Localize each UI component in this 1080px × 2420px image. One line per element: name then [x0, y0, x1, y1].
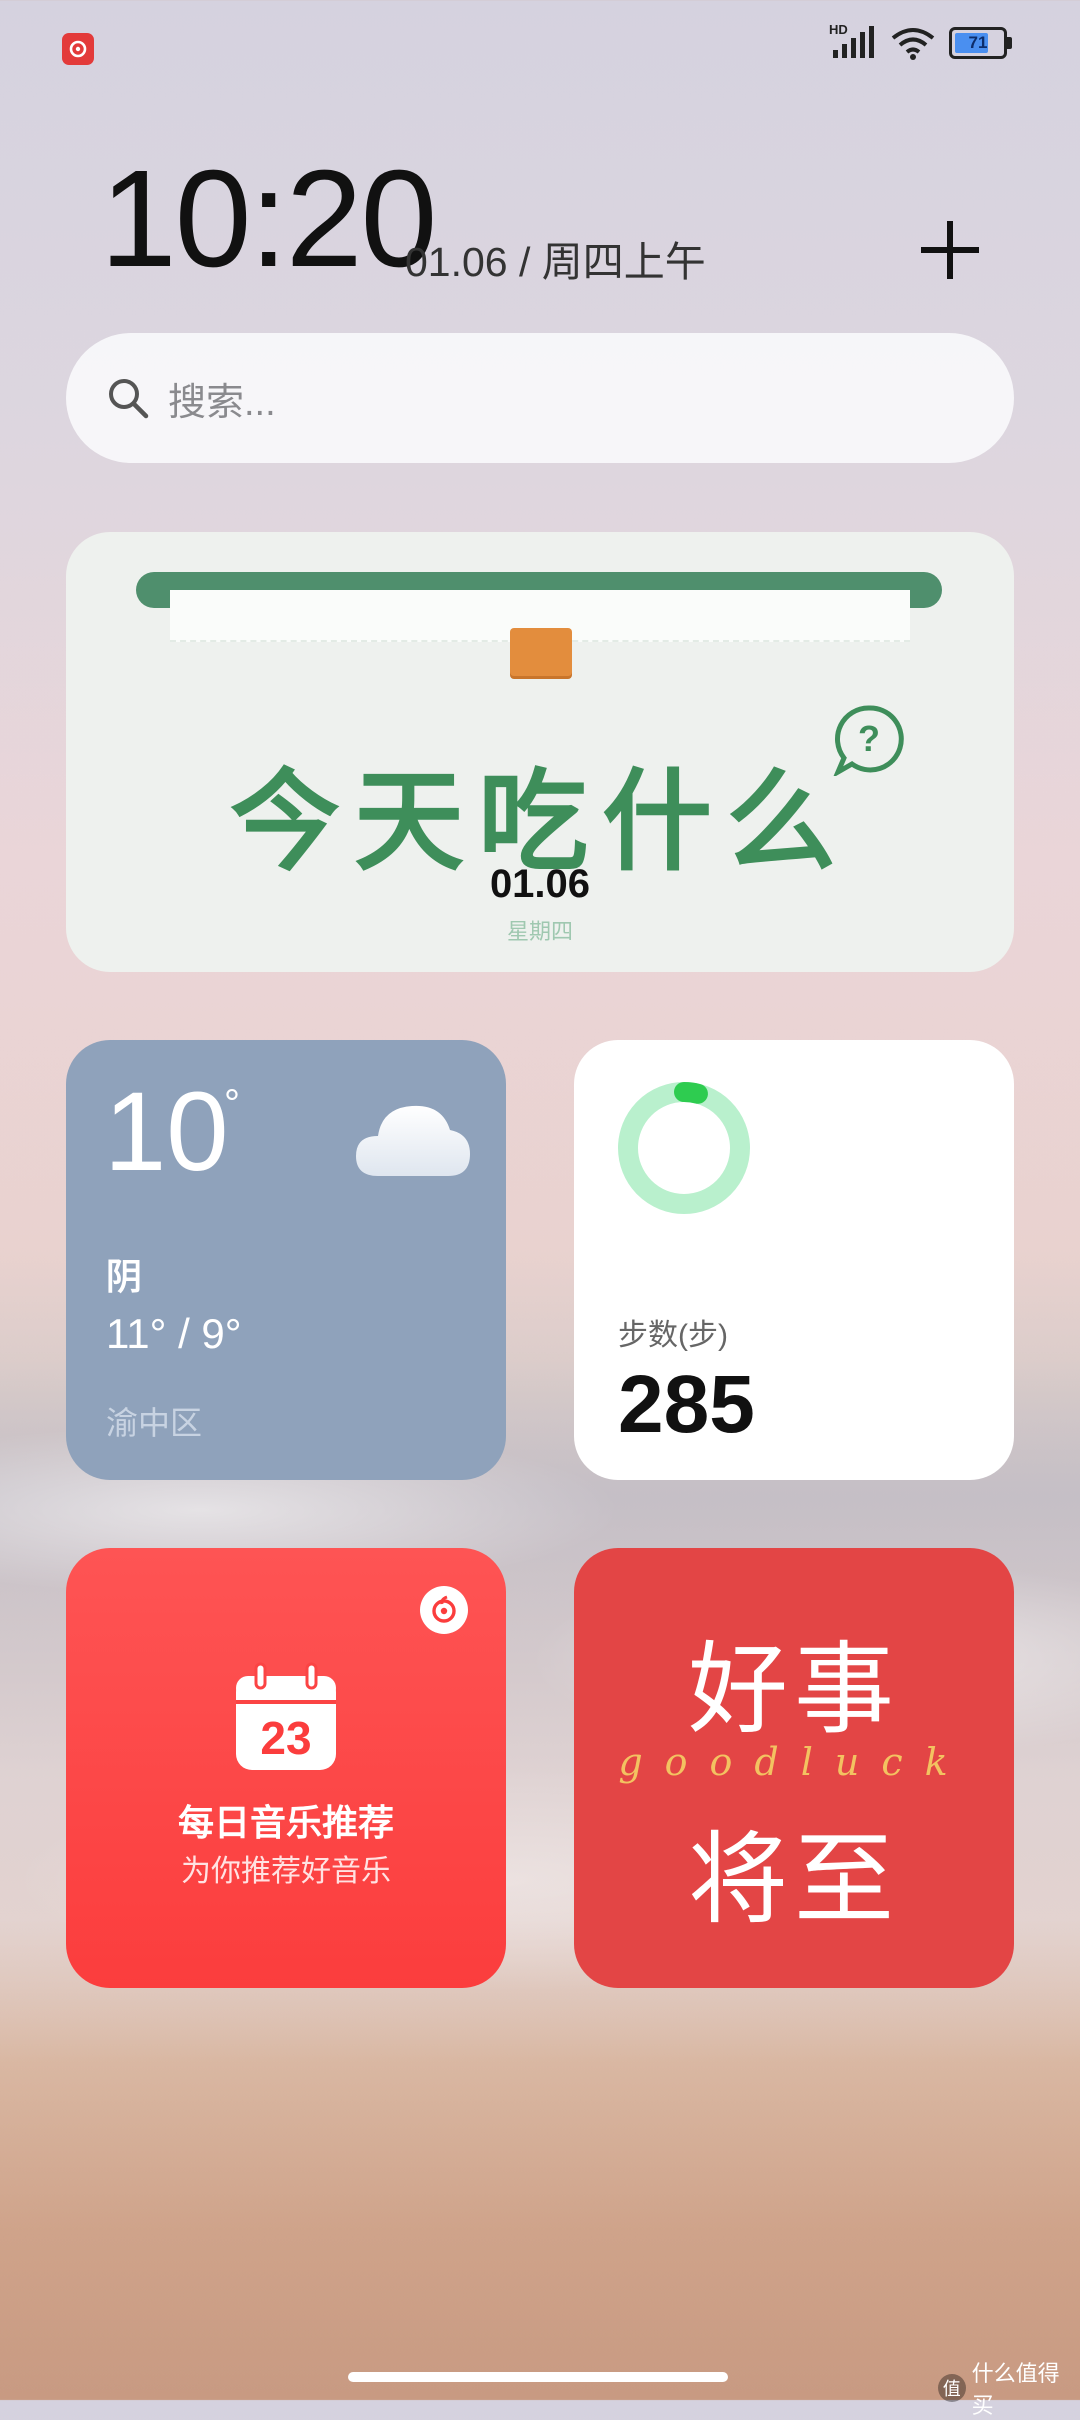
weather-temperature: 10	[104, 1069, 229, 1194]
battery-icon: 71	[949, 27, 1007, 59]
steps-label: 步数(步)	[618, 1319, 728, 1352]
weather-location: 渝中区	[106, 1405, 203, 1441]
battery-level: 71	[968, 33, 988, 52]
music-widget-subtitle: 为你推荐好音乐	[181, 1855, 391, 1888]
home-indicator[interactable]	[348, 2372, 728, 2382]
svg-text:?: ?	[858, 718, 880, 759]
watermark-badge: 值	[938, 2374, 966, 2402]
food-widget-weekday: 星期四	[506, 919, 573, 944]
calendar-day: 23	[260, 1712, 311, 1764]
steps-widget[interactable]: 步数(步) 285	[574, 1040, 1014, 1480]
cloud-icon	[356, 1105, 470, 1176]
daily-music-widget[interactable]: 23 每日音乐推荐 为你推荐好音乐	[66, 1548, 506, 1988]
music-widget-title: 每日音乐推荐	[177, 1802, 394, 1843]
question-bubble-icon: ?	[833, 705, 904, 776]
luck-line-1: 好事	[688, 1631, 900, 1748]
orange-tag	[510, 628, 572, 676]
status-icons: HD 71	[829, 22, 1012, 60]
weather-degree-symbol: °	[224, 1082, 240, 1126]
plus-icon[interactable]	[915, 215, 985, 285]
weather-condition: 阴	[106, 1256, 143, 1297]
steps-progress-ring	[618, 1082, 750, 1214]
clock-date: 01.06 / 周四上午	[405, 239, 706, 285]
what-to-eat-widget[interactable]: 今天吃什么 ? 01.06 星期四	[66, 532, 1014, 972]
search-placeholder: 搜索...	[168, 381, 276, 424]
search-icon	[109, 379, 149, 419]
battery-nub	[1007, 37, 1012, 49]
battery-indicator: 71	[949, 27, 1012, 59]
search-bar[interactable]: 搜索...	[66, 333, 1014, 463]
netease-logo-icon	[420, 1586, 468, 1634]
watermark: 值 什么值得买	[938, 2356, 1080, 2420]
weather-widget[interactable]: 10 ° 阴 11° / 9° 渝中区	[66, 1040, 506, 1480]
wifi-icon	[891, 28, 935, 60]
good-luck-widget[interactable]: 好事 goodluck 将至	[574, 1548, 1014, 1988]
luck-english: goodluck	[618, 1740, 970, 1784]
weather-range: 11° / 9°	[106, 1310, 242, 1357]
watermark-text: 什么值得买	[971, 2361, 1060, 2418]
food-widget-date: 01.06	[489, 862, 591, 906]
status-bar: HD 71	[0, 0, 1080, 100]
clock-time: 10:20	[100, 142, 437, 296]
calendar-icon: 23	[236, 1662, 336, 1770]
cellular-signal-icon: HD	[829, 22, 877, 60]
netease-music-icon	[62, 33, 94, 65]
luck-line-2: 将至	[688, 1821, 900, 1938]
steps-value: 285	[618, 1359, 755, 1450]
